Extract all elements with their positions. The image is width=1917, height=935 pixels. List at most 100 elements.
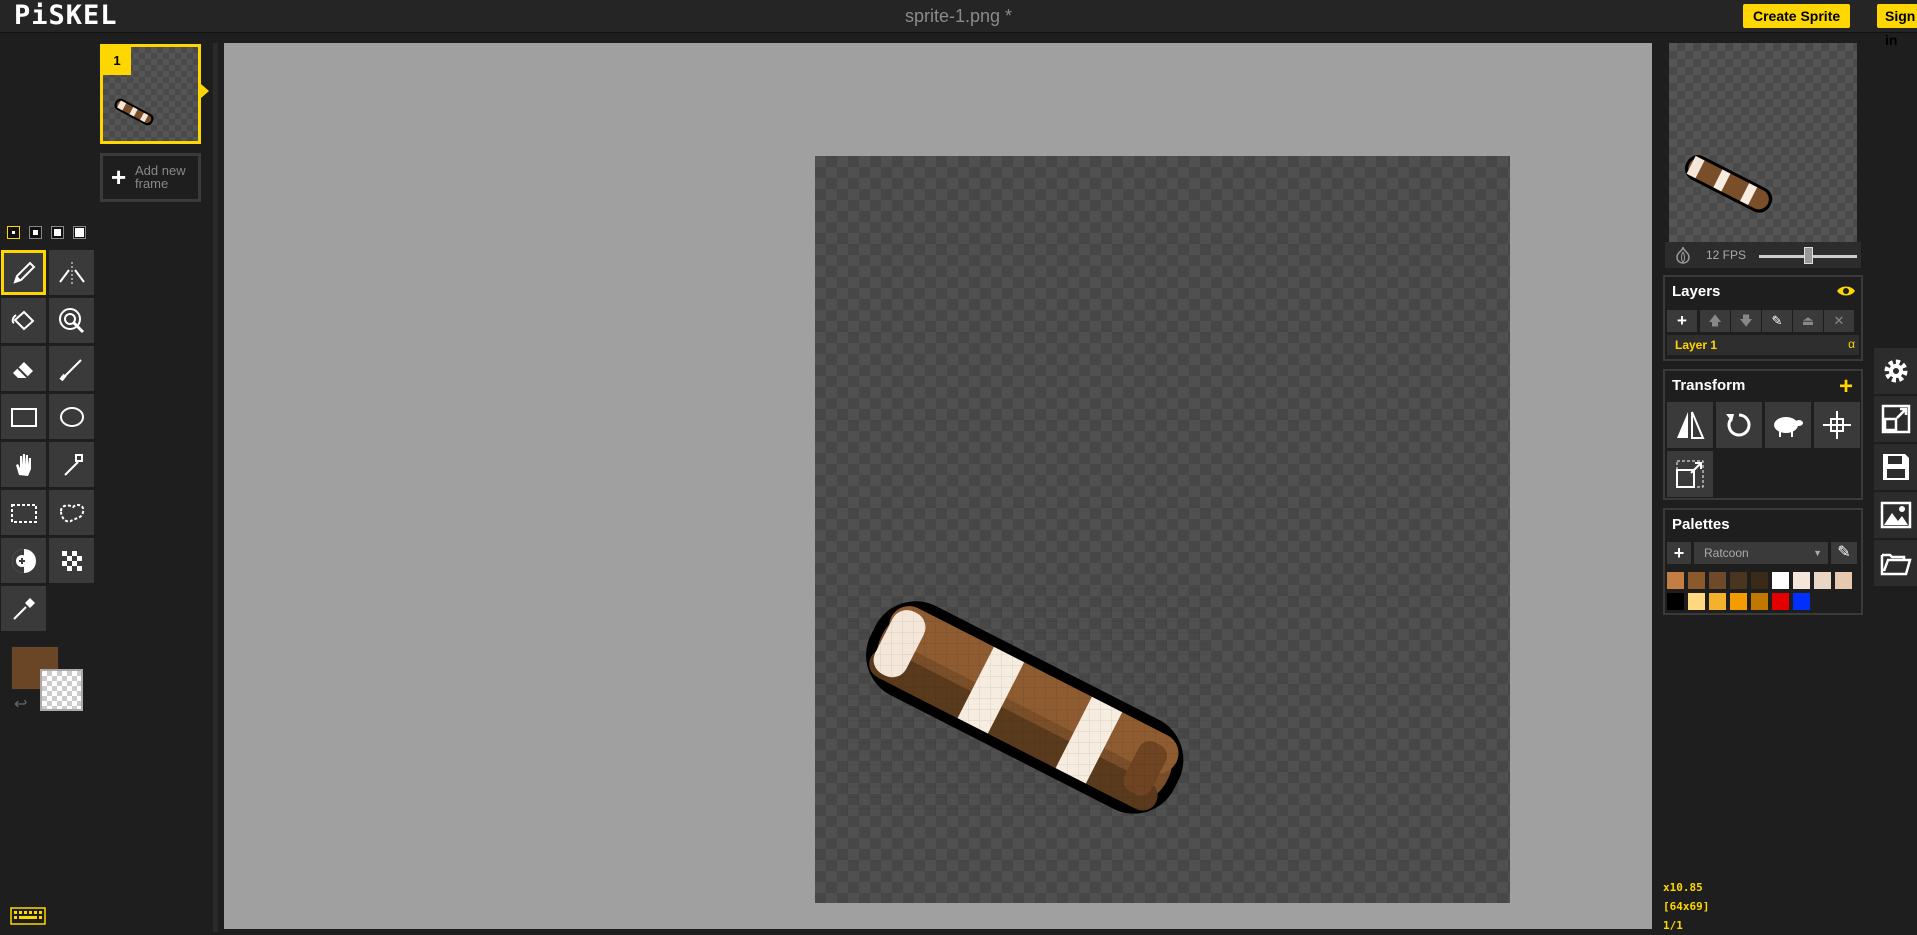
lasso-selection-tool[interactable] — [49, 490, 94, 535]
save-icon — [1882, 454, 1909, 480]
paint-bucket-tool[interactable] — [1, 298, 46, 343]
palette-swatch[interactable] — [1835, 572, 1852, 589]
palette-swatch[interactable] — [1667, 572, 1684, 589]
palette-swatch[interactable] — [1709, 593, 1726, 610]
arrow-down-icon: 🡇 — [1739, 313, 1753, 328]
settings-button[interactable] — [1874, 348, 1917, 394]
add-palette-button[interactable]: + — [1667, 542, 1691, 564]
plus-icon: + — [1673, 543, 1685, 563]
eraser-icon — [12, 361, 33, 378]
add-layer-button[interactable]: + — [1667, 310, 1697, 332]
palette-swatch[interactable] — [1751, 593, 1768, 610]
add-new-frame-button[interactable]: + Add new frame — [100, 153, 201, 202]
frame-thumbnail[interactable]: 1 — [100, 44, 201, 144]
delete-layer-button[interactable]: ✕ — [1824, 310, 1854, 332]
circle-icon — [59, 406, 84, 427]
palette-swatch[interactable] — [1772, 572, 1789, 589]
image-icon — [1880, 501, 1911, 529]
palette-swatch[interactable] — [1751, 572, 1768, 589]
layer-alpha-toggle[interactable]: α — [1848, 337, 1855, 351]
palette-swatch[interactable] — [1688, 593, 1705, 610]
eraser-tool[interactable] — [1, 346, 46, 391]
export-button[interactable] — [1874, 492, 1917, 538]
palette-swatch[interactable] — [1793, 572, 1810, 589]
flip-button[interactable] — [1667, 402, 1713, 448]
frame-counter: 1/1 — [1663, 919, 1683, 932]
palette-swatch[interactable] — [1667, 593, 1684, 610]
folder-open-icon — [1880, 553, 1912, 576]
layers-title: Layers — [1672, 283, 1721, 300]
resize-button[interactable] — [1874, 396, 1917, 442]
lighten-tool[interactable] — [1, 538, 46, 583]
color-picker-icon — [12, 597, 35, 620]
paint-all-same-color-tool[interactable] — [49, 298, 94, 343]
frame-thumbnail-sprite — [114, 98, 154, 126]
sprite-canvas[interactable] — [815, 156, 1510, 903]
center-icon — [1823, 411, 1851, 439]
palettes-title: Palettes — [1672, 516, 1730, 533]
paint-bucket-icon — [11, 310, 34, 330]
palette-swatch[interactable] — [1772, 593, 1789, 610]
pen-tool[interactable] — [1, 250, 46, 295]
move-layer-up-button[interactable]: 🡅 — [1700, 310, 1730, 332]
clone-button[interactable] — [1765, 402, 1811, 448]
eye-icon[interactable] — [1836, 284, 1856, 303]
onion-skin-icon[interactable] — [1673, 246, 1693, 269]
palette-swatch[interactable] — [1709, 572, 1726, 589]
move-layer-down-button[interactable]: 🡇 — [1731, 310, 1761, 332]
add-frame-label-line2: frame — [135, 176, 169, 191]
palette-swatch[interactable] — [1793, 593, 1810, 610]
sign-in-button[interactable]: Sign in — [1877, 4, 1917, 48]
move-tool[interactable] — [1, 442, 46, 487]
chevron-down-icon: ▼ — [1813, 548, 1822, 558]
pen-size-4[interactable] — [73, 226, 86, 239]
center-button[interactable] — [1814, 402, 1860, 448]
animation-preview[interactable] — [1669, 43, 1857, 242]
rotate-icon — [1726, 413, 1751, 437]
swap-colors-icon[interactable]: ↩ — [14, 694, 27, 714]
secondary-color-swatch[interactable] — [40, 669, 83, 711]
palette-swatch[interactable] — [1730, 572, 1747, 589]
fps-slider-handle[interactable] — [1804, 247, 1813, 264]
vertical-mirror-pen-tool[interactable] — [49, 250, 94, 295]
pen-size-2[interactable] — [29, 226, 42, 239]
merge-layer-button[interactable]: ⏏ — [1793, 310, 1823, 332]
stroke-tool[interactable] — [49, 346, 94, 391]
dithering-tool[interactable] — [49, 538, 94, 583]
layer-row[interactable]: Layer 1 α — [1667, 335, 1859, 355]
circle-tool[interactable] — [49, 394, 94, 439]
dithering-icon — [61, 550, 82, 571]
column-splitter[interactable] — [213, 43, 218, 932]
top-bar: PiSKEL sprite-1.png * Create Sprite Sign… — [0, 0, 1917, 48]
rectangle-selection-tool[interactable] — [1, 490, 46, 535]
transform-title: Transform — [1672, 377, 1746, 394]
keyboard-icon[interactable] — [10, 906, 46, 931]
shape-selection-tool[interactable] — [49, 442, 94, 487]
import-button[interactable] — [1874, 540, 1917, 586]
save-button[interactable] — [1874, 444, 1917, 490]
paint-all-same-color-icon — [58, 307, 84, 333]
rotate-button[interactable] — [1716, 402, 1762, 448]
create-sprite-button[interactable]: Create Sprite — [1743, 4, 1851, 28]
pen-size-1[interactable] — [7, 226, 20, 239]
palette-swatch[interactable] — [1814, 572, 1831, 589]
plus-icon[interactable]: + — [1839, 373, 1853, 401]
plus-icon: + — [1677, 311, 1687, 330]
edit-palette-button[interactable]: ✎ — [1831, 542, 1857, 564]
color-picker-tool[interactable] — [1, 586, 46, 631]
drawing-area — [224, 43, 1652, 929]
palette-select[interactable]: Ratcoon ▼ — [1694, 542, 1828, 564]
pencil-icon: ✎ — [1771, 313, 1783, 328]
flip-icon — [1677, 411, 1705, 439]
palette-swatch[interactable] — [1730, 593, 1747, 610]
edit-layer-button[interactable]: ✎ — [1762, 310, 1792, 332]
rectangle-tool[interactable] — [1, 394, 46, 439]
close-icon: ✕ — [1833, 313, 1845, 328]
crop-button[interactable] — [1667, 451, 1713, 497]
transform-panel: Transform + — [1663, 369, 1863, 500]
rectangle-selection-icon — [10, 503, 37, 523]
selected-frame-arrow — [201, 84, 209, 98]
pen-size-3[interactable] — [51, 226, 64, 239]
palette-swatch[interactable] — [1688, 572, 1705, 589]
piskel-logo[interactable]: PiSKEL — [14, 0, 118, 32]
